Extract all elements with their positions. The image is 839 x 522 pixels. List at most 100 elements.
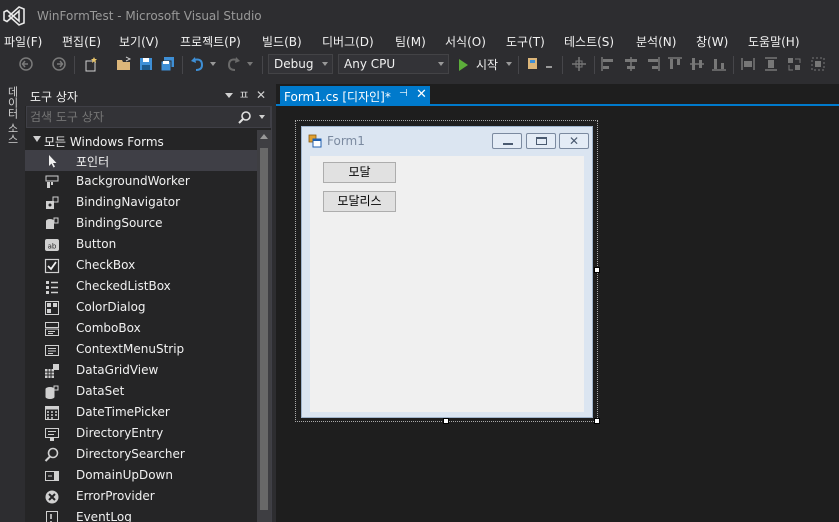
binding-source-icon: [46, 217, 59, 229]
forward-icon[interactable]: [51, 56, 67, 72]
window-position-icon[interactable]: [225, 93, 233, 98]
toolbox-item-combobox[interactable]: ComboBox: [25, 318, 257, 339]
open-file-icon[interactable]: [116, 56, 132, 72]
keep-tab-open-pin-icon[interactable]: ⊣: [399, 88, 409, 102]
make-same-size-icon[interactable]: [786, 56, 802, 72]
align-tops-icon[interactable]: [667, 56, 683, 72]
toolbox-item-domainupdown[interactable]: DomainUpDown: [25, 465, 257, 486]
toolbox-item-label: DirectoryEntry: [76, 426, 164, 440]
toolbox-item-directoryentry[interactable]: DirectoryEntry: [25, 423, 257, 444]
scroll-up-arrow-icon[interactable]: [260, 134, 268, 139]
toolbox-item-label: BindingNavigator: [76, 195, 181, 209]
align-bottoms-icon[interactable]: [711, 56, 727, 72]
toolbox-group-all-windows-forms[interactable]: 모든 Windows Forms: [25, 130, 257, 150]
close-icon[interactable]: ✕: [255, 88, 267, 102]
resize-handle-right[interactable]: [594, 267, 600, 273]
toolbox-item-pointer[interactable]: 포인터: [25, 150, 257, 171]
designer-surface: Form1 ✕ 모달 모달리스: [276, 106, 839, 522]
toolbox-search-input[interactable]: [30, 109, 230, 125]
toolbox-item-bindingnavigator[interactable]: BindingNavigator: [25, 192, 257, 213]
align-to-grid-icon[interactable]: [571, 56, 587, 72]
form1-window[interactable]: Form1 ✕ 모달 모달리스: [301, 126, 593, 418]
align-lefts-icon[interactable]: [600, 56, 616, 72]
menu-edit[interactable]: 편집(E): [62, 33, 101, 50]
menu-format[interactable]: 서식(O): [445, 33, 486, 50]
undo-dropdown-arrow[interactable]: [210, 62, 216, 66]
toolbar-overflow-icon[interactable]: [546, 66, 552, 68]
menu-bar: 파일(F) 편집(E) 보기(V) 프로젝트(P) 빌드(B) 디버그(D) 팀…: [0, 32, 839, 52]
save-icon[interactable]: [138, 56, 154, 72]
menu-build[interactable]: 빌드(B): [262, 33, 302, 50]
menu-test[interactable]: 테스트(S): [564, 33, 614, 50]
make-same-height-icon[interactable]: [763, 56, 779, 72]
title-bar: WinFormTest - Microsoft Visual Studio: [0, 0, 839, 32]
menu-debug[interactable]: 디버그(D): [322, 33, 374, 50]
search-icon[interactable]: [238, 110, 252, 124]
start-label: 시작: [476, 58, 499, 72]
dataset-icon: [45, 385, 59, 399]
back-icon[interactable]: [18, 56, 34, 72]
menu-window[interactable]: 창(W): [696, 33, 728, 50]
toolbox-item-errorprovider[interactable]: ErrorProvider: [25, 486, 257, 507]
menu-help[interactable]: 도움말(H): [748, 33, 800, 50]
expand-arrow-icon[interactable]: [33, 136, 41, 142]
toolbox-scrollbar[interactable]: [257, 130, 271, 522]
maximize-icon: [536, 137, 547, 145]
toolbar-separator: [74, 56, 75, 74]
toolbox-item-directorysearcher[interactable]: DirectorySearcher: [25, 444, 257, 465]
menu-tools[interactable]: 도구(T): [506, 33, 545, 50]
minimize-icon: [503, 143, 513, 145]
resize-handle-bottom[interactable]: [443, 418, 449, 424]
toolbox-item-bindingsource[interactable]: BindingSource: [25, 213, 257, 234]
save-all-icon[interactable]: [160, 56, 176, 72]
align-rights-icon[interactable]: [645, 56, 661, 72]
menu-view[interactable]: 보기(V): [119, 33, 159, 50]
solution-platform-combo[interactable]: Any CPU: [338, 54, 449, 74]
toolbox-item-colordialog[interactable]: ColorDialog: [25, 297, 257, 318]
toolbox-item-label: ColorDialog: [76, 300, 146, 314]
toolbox-item-dataset[interactable]: DataSet: [25, 381, 257, 402]
close-tab-icon[interactable]: ✕: [416, 87, 428, 102]
toolbox-item-contextmenustrip[interactable]: ContextMenuStrip: [25, 339, 257, 360]
modeless-button[interactable]: 모달리스: [323, 191, 396, 212]
auto-hide-pin-icon[interactable]: ㅍ: [238, 88, 250, 102]
toolbox-item-backgroundworker[interactable]: BackgroundWorker: [25, 171, 257, 192]
scrollbar-thumb[interactable]: [260, 148, 268, 510]
toolbox-item-eventlog[interactable]: EventLog: [25, 507, 257, 522]
chevron-down-icon: [322, 62, 328, 66]
background-worker-icon: [45, 175, 59, 188]
menu-file[interactable]: 파일(F): [4, 33, 42, 50]
toolbox-item-label: ContextMenuStrip: [76, 342, 185, 356]
toolbar-separator: [518, 56, 519, 74]
undo-icon[interactable]: [190, 56, 206, 72]
menu-project[interactable]: 프로젝트(P): [180, 33, 241, 50]
start-dropdown-arrow[interactable]: [506, 62, 512, 66]
align-centers-icon[interactable]: [623, 56, 639, 72]
redo-icon[interactable]: [225, 56, 241, 72]
resize-handle-bottom-right[interactable]: [594, 418, 600, 424]
form-client-area: 모달 모달리스: [310, 156, 584, 412]
align-middles-icon[interactable]: [689, 56, 705, 72]
menu-team[interactable]: 팀(M): [395, 33, 426, 50]
document-tab-form1-designer[interactable]: Form1.cs [디자인]* ⊣ ✕: [280, 86, 430, 104]
solution-configuration-value: Debug: [274, 57, 314, 71]
data-sources-tab[interactable]: 데이터 소스: [4, 86, 20, 146]
toolbox-item-checkbox[interactable]: CheckBox: [25, 255, 257, 276]
toolbox-item-checkedlistbox[interactable]: CheckedListBox: [25, 276, 257, 297]
new-project-icon[interactable]: [83, 56, 99, 72]
toolbox-item-datetimepicker[interactable]: DateTimePicker: [25, 402, 257, 423]
toolbox-item-button[interactable]: ab Button: [25, 234, 257, 255]
menu-analyze[interactable]: 분석(N): [636, 33, 676, 50]
play-icon: [459, 59, 468, 71]
toolbox-search[interactable]: [26, 106, 271, 128]
toolbox-item-datagridview[interactable]: DataGridView: [25, 360, 257, 381]
toolbox-item-label: ComboBox: [76, 321, 141, 335]
make-same-width-icon[interactable]: [740, 56, 756, 72]
redo-dropdown-arrow[interactable]: [247, 62, 253, 66]
search-options-dropdown-icon[interactable]: [259, 115, 265, 119]
modal-button[interactable]: 모달: [323, 162, 396, 183]
context-menu-strip-icon: [45, 345, 59, 356]
solution-configuration-combo[interactable]: Debug: [268, 54, 333, 74]
size-to-grid-icon[interactable]: [810, 56, 826, 72]
find-in-files-icon[interactable]: [526, 56, 542, 72]
